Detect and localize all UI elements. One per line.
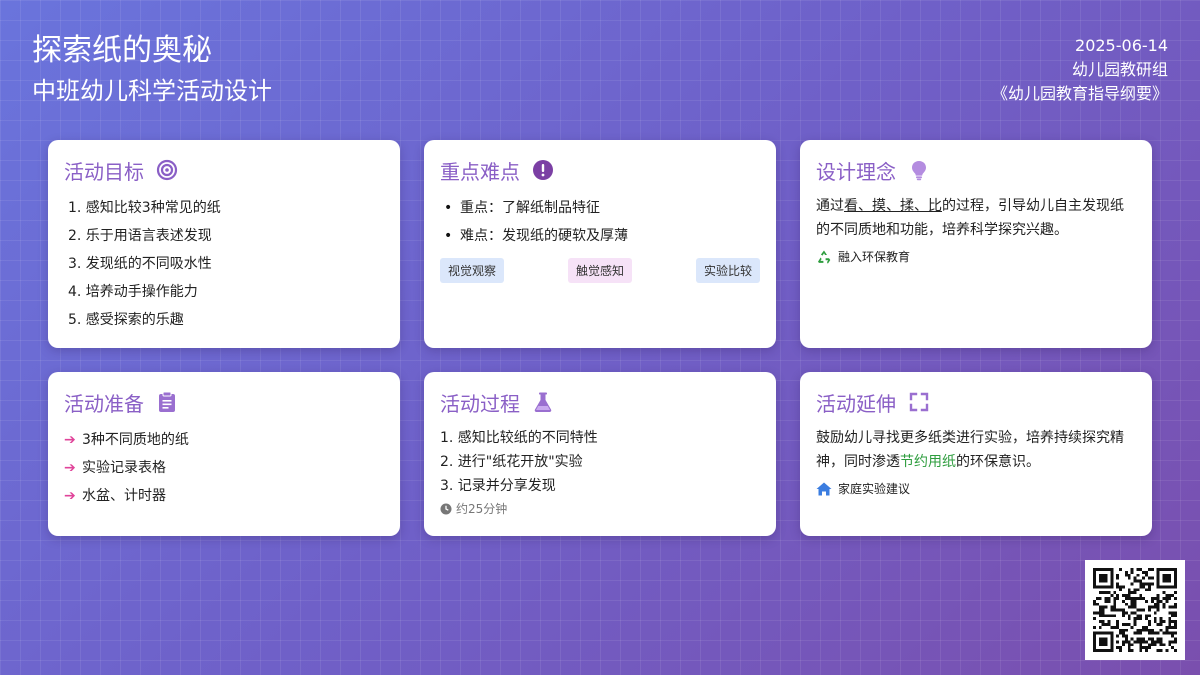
eco-note: 融入环保教育 <box>816 248 1136 265</box>
prep-list: ➔ 3种不同质地的纸 ➔ 实验记录表格 ➔ 水盆、计时器 <box>64 426 384 510</box>
arrow-right-icon: ➔ <box>64 460 76 476</box>
reference-text: 《幼儿园教育指导纲要》 <box>991 84 1168 103</box>
prep-card: 活动准备 ➔ 3种不同质地的纸 ➔ 实验记录表格 ➔ 水盆、计时器 <box>48 372 400 536</box>
extension-title: 活动延伸 <box>816 391 896 416</box>
process-title: 活动过程 <box>440 391 520 416</box>
keypoints-list: 重点：了解纸制品特征 难点：发现纸的硬软及厚薄 <box>440 194 760 250</box>
flask-icon <box>532 391 554 413</box>
underlined-text: 看、摸、揉、比 <box>844 198 942 214</box>
date-text: 2025-06-14 <box>1075 36 1168 55</box>
recycle-icon <box>816 249 832 265</box>
clipboard-icon <box>156 391 178 413</box>
page-title: 探索纸的奥秘 <box>32 33 212 68</box>
home-note: 家庭实验建议 <box>816 480 1136 497</box>
goals-list: 1. 感知比较3种常见的纸 2. 乐于用语言表述发现 3. 发现纸的不同吸水性 … <box>64 194 384 334</box>
list-item: ➔ 实验记录表格 <box>64 454 384 482</box>
list-item: 3. 记录并分享发现 <box>440 478 556 494</box>
process-card: 活动过程 1. 感知比较纸的不同特性 2. 进行"纸花开放"实验 3. 记录并分… <box>424 372 776 536</box>
list-item: 1. 感知比较纸的不同特性 <box>440 430 598 446</box>
keypoints-card: 重点难点 重点：了解纸制品特征 难点：发现纸的硬软及厚薄 视觉观察 触觉感知 实… <box>424 140 776 348</box>
eco-note-label: 融入环保教育 <box>838 250 911 264</box>
home-icon <box>816 481 832 497</box>
clock-icon <box>440 503 452 514</box>
duration-label: 约25分钟 <box>456 502 508 516</box>
meta-info: 2025-06-14 幼儿园教研组 《幼儿园教育指导纲要》 <box>992 34 1168 106</box>
expand-icon <box>908 391 930 413</box>
home-note-label: 家庭实验建议 <box>838 482 911 496</box>
goals-card: 活动目标 1. 感知比较3种常见的纸 2. 乐于用语言表述发现 3. 发现纸的不… <box>48 140 400 348</box>
header: 探索纸的奥秘 中班幼儿科学活动设计 <box>32 32 272 108</box>
concept-title: 设计理念 <box>816 159 896 184</box>
team-text: 幼儿园教研组 <box>1071 60 1168 79</box>
tag-experiment: 实验比较 <box>695 258 760 283</box>
concept-text: 通过看、摸、揉、比的过程，引导幼儿自主发现纸的不同质地和功能，培养科学探究兴趣。 <box>816 198 1124 238</box>
highlight-text: 节约用纸 <box>900 454 956 470</box>
list-item: 4. 培养动手操作能力 <box>68 284 198 300</box>
list-item: 2. 乐于用语言表述发现 <box>68 228 212 244</box>
list-item: 5. 感受探索的乐趣 <box>68 312 184 328</box>
lightbulb-icon <box>908 159 930 181</box>
extension-text: 鼓励幼儿寻找更多纸类进行实验，培养持续探究精神，同时渗透节约用纸的环保意识。 <box>816 430 1124 470</box>
extension-card: 活动延伸 鼓励幼儿寻找更多纸类进行实验，培养持续探究精神，同时渗透节约用纸的环保… <box>800 372 1152 536</box>
arrow-right-icon: ➔ <box>64 432 76 448</box>
duration: 约25分钟 <box>440 500 760 517</box>
list-item: 2. 进行"纸花开放"实验 <box>440 454 583 470</box>
list-item: 1. 感知比较3种常见的纸 <box>68 200 221 216</box>
process-list: 1. 感知比较纸的不同特性 2. 进行"纸花开放"实验 3. 记录并分享发现 <box>440 426 760 498</box>
concept-card: 设计理念 通过看、摸、揉、比的过程，引导幼儿自主发现纸的不同质地和功能，培养科学… <box>800 140 1152 348</box>
tag-visual: 视觉观察 <box>440 258 505 283</box>
list-item: 难点：发现纸的硬软及厚薄 <box>444 222 760 250</box>
keypoints-title: 重点难点 <box>440 159 520 184</box>
tag-row: 视觉观察 触觉感知 实验比较 <box>440 258 760 283</box>
goals-title: 活动目标 <box>64 159 144 184</box>
target-icon <box>156 159 178 181</box>
arrow-right-icon: ➔ <box>64 488 76 504</box>
exclamation-circle-icon <box>532 159 554 181</box>
page-subtitle: 中班幼儿科学活动设计 <box>32 77 272 105</box>
list-item: ➔ 水盆、计时器 <box>64 482 384 510</box>
list-item: 重点：了解纸制品特征 <box>444 194 760 222</box>
tag-touch: 触觉感知 <box>567 258 632 283</box>
list-item: ➔ 3种不同质地的纸 <box>64 426 384 454</box>
list-item: 3. 发现纸的不同吸水性 <box>68 256 212 272</box>
prep-title: 活动准备 <box>64 391 144 416</box>
qr-code <box>1085 560 1185 660</box>
